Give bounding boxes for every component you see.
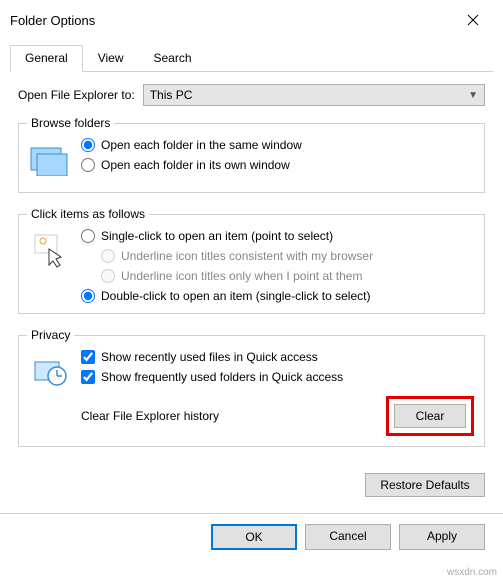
radio-underline-browser-label: Underline icon titles consistent with my…	[121, 249, 373, 263]
check-frequent-folders-input[interactable]	[81, 370, 95, 384]
clear-highlight: Clear	[386, 396, 474, 436]
radio-own-window-label: Open each folder in its own window	[101, 158, 290, 172]
radio-underline-point: Underline icon titles only when I point …	[101, 269, 474, 283]
cancel-button[interactable]: Cancel	[305, 524, 391, 550]
privacy-legend: Privacy	[27, 328, 74, 342]
tab-view[interactable]: View	[83, 45, 139, 72]
clear-history-label: Clear File Explorer history	[81, 409, 219, 423]
radio-double-click[interactable]: Double-click to open an item (single-cli…	[81, 289, 474, 303]
dialog-footer: OK Cancel Apply	[0, 513, 503, 550]
radio-same-window-input[interactable]	[81, 138, 95, 152]
ok-button[interactable]: OK	[211, 524, 297, 550]
radio-single-click-input[interactable]	[81, 229, 95, 243]
chevron-down-icon: ▼	[468, 90, 478, 101]
radio-underline-point-input	[101, 269, 115, 283]
click-items-group: Click items as follows Single-click to o…	[18, 207, 485, 314]
radio-single-click[interactable]: Single-click to open an item (point to s…	[81, 229, 474, 243]
click-legend: Click items as follows	[27, 207, 149, 221]
tab-bar: General View Search	[10, 44, 493, 72]
open-to-label: Open File Explorer to:	[18, 88, 135, 102]
browse-legend: Browse folders	[27, 116, 114, 130]
check-frequent-folders-label: Show frequently used folders in Quick ac…	[101, 370, 343, 384]
close-icon	[467, 14, 479, 26]
open-to-dropdown[interactable]: This PC ▼	[143, 84, 485, 106]
radio-underline-browser: Underline icon titles consistent with my…	[101, 249, 474, 263]
check-recent-files-label: Show recently used files in Quick access	[101, 350, 318, 364]
watermark: wsxdn.com	[447, 567, 497, 578]
privacy-group: Privacy Show recently used files in Quic…	[18, 328, 485, 447]
open-to-value: This PC	[150, 88, 193, 102]
radio-underline-browser-input	[101, 249, 115, 263]
radio-single-click-label: Single-click to open an item (point to s…	[101, 229, 333, 243]
radio-underline-point-label: Underline icon titles only when I point …	[121, 269, 362, 283]
apply-button[interactable]: Apply	[399, 524, 485, 550]
close-button[interactable]	[453, 8, 493, 32]
check-recent-files[interactable]: Show recently used files in Quick access	[81, 350, 474, 364]
radio-same-window[interactable]: Open each folder in the same window	[81, 138, 474, 152]
cursor-click-icon	[27, 229, 71, 273]
radio-own-window-input[interactable]	[81, 158, 95, 172]
check-recent-files-input[interactable]	[81, 350, 95, 364]
radio-double-click-input[interactable]	[81, 289, 95, 303]
tab-general[interactable]: General	[10, 45, 83, 72]
radio-own-window[interactable]: Open each folder in its own window	[81, 158, 474, 172]
window-title: Folder Options	[10, 13, 95, 28]
radio-double-click-label: Double-click to open an item (single-cli…	[101, 289, 370, 303]
titlebar: Folder Options	[0, 0, 503, 36]
folder-window-icon	[27, 138, 71, 182]
clear-button[interactable]: Clear	[394, 404, 466, 428]
history-clock-icon	[27, 350, 71, 394]
tab-content: Open File Explorer to: This PC ▼ Browse …	[0, 72, 503, 469]
tab-search[interactable]: Search	[139, 45, 207, 72]
radio-same-window-label: Open each folder in the same window	[101, 138, 302, 152]
browse-folders-group: Browse folders Open each folder in the s…	[18, 116, 485, 193]
restore-defaults-button[interactable]: Restore Defaults	[365, 473, 485, 497]
check-frequent-folders[interactable]: Show frequently used folders in Quick ac…	[81, 370, 474, 384]
